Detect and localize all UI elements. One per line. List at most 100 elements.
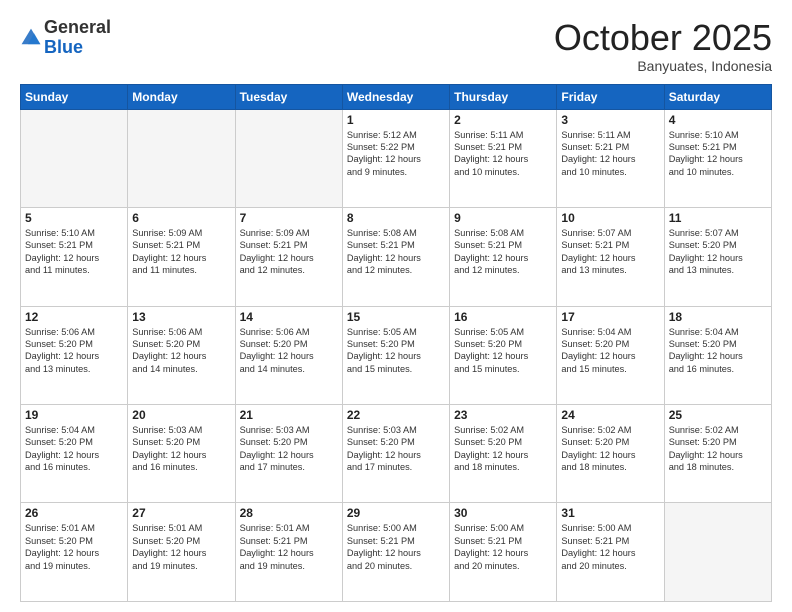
calendar-cell xyxy=(235,109,342,207)
calendar-cell: 16 Sunrise: 5:05 AMSunset: 5:20 PMDayligh… xyxy=(450,306,557,404)
day-number: 1 xyxy=(347,113,445,127)
day-number: 5 xyxy=(25,211,123,225)
week-row-2: 12 Sunrise: 5:06 AMSunset: 5:20 PMDayligh… xyxy=(21,306,772,404)
calendar-cell: 30Sunrise: 5:00 AMSunset: 5:21 PMDayligh… xyxy=(450,503,557,602)
logo-icon xyxy=(20,27,42,49)
day-number: 25 xyxy=(669,408,767,422)
logo-general-text: General xyxy=(44,17,111,37)
day-number: 9 xyxy=(454,211,552,225)
cell-text: Sunrise: 5:04 AMSunset: 5:20 PMDaylight:… xyxy=(25,424,123,474)
cell-text: Sunrise: 5:06 AMSunset: 5:20 PMDaylight:… xyxy=(132,326,230,376)
cell-text: Sunrise: 5:05 AMSunset: 5:20 PMDaylight:… xyxy=(347,326,445,376)
day-number: 10 xyxy=(561,211,659,225)
day-number: 12 xyxy=(25,310,123,324)
calendar-cell: 26 Sunrise: 5:01 AMSunset: 5:20 PMDayligh… xyxy=(21,503,128,602)
calendar-cell: 14 Sunrise: 5:06 AMSunset: 5:20 PMDayligh… xyxy=(235,306,342,404)
cell-text: Sunrise: 5:03 AMSunset: 5:20 PMDaylight:… xyxy=(132,424,230,474)
calendar-cell: 28 Sunrise: 5:01 AMSunset: 5:21 PMDayligh… xyxy=(235,503,342,602)
day-number: 22 xyxy=(347,408,445,422)
calendar-cell: 6 Sunrise: 5:09 AMSunset: 5:21 PMDaylight… xyxy=(128,208,235,306)
day-number: 24 xyxy=(561,408,659,422)
day-number: 6 xyxy=(132,211,230,225)
calendar-cell: 29Sunrise: 5:00 AMSunset: 5:21 PMDayligh… xyxy=(342,503,449,602)
day-number: 27 xyxy=(132,506,230,520)
calendar-cell: 20 Sunrise: 5:03 AMSunset: 5:20 PMDayligh… xyxy=(128,405,235,503)
day-number: 23 xyxy=(454,408,552,422)
day-number: 26 xyxy=(25,506,123,520)
cell-text: Sunrise: 5:10 AMSunset: 5:21 PMDaylight:… xyxy=(25,227,123,277)
cell-text: Sunrise: 5:04 AMSunset: 5:20 PMDaylight:… xyxy=(669,326,767,376)
cell-text: Sunrise: 5:08 AMSunset: 5:21 PMDaylight:… xyxy=(347,227,445,277)
day-number: 16 xyxy=(454,310,552,324)
calendar-cell: 9Sunrise: 5:08 AMSunset: 5:21 PMDaylight… xyxy=(450,208,557,306)
cell-text: Sunrise: 5:05 AMSunset: 5:20 PMDaylight:… xyxy=(454,326,552,376)
cell-text: Sunrise: 5:09 AMSunset: 5:21 PMDaylight:… xyxy=(132,227,230,277)
weekday-header-wednesday: Wednesday xyxy=(342,84,449,109)
calendar-cell: 3 Sunrise: 5:11 AMSunset: 5:21 PMDaylight… xyxy=(557,109,664,207)
calendar-cell: 12 Sunrise: 5:06 AMSunset: 5:20 PMDayligh… xyxy=(21,306,128,404)
logo-blue-text: Blue xyxy=(44,37,83,57)
cell-text: Sunrise: 5:04 AMSunset: 5:20 PMDaylight:… xyxy=(561,326,659,376)
day-number: 28 xyxy=(240,506,338,520)
day-number: 3 xyxy=(561,113,659,127)
page: General Blue October 2025 Banyuates, Ind… xyxy=(0,0,792,612)
calendar-table: SundayMondayTuesdayWednesdayThursdayFrid… xyxy=(20,84,772,602)
calendar-cell: 10 Sunrise: 5:07 AMSunset: 5:21 PMDayligh… xyxy=(557,208,664,306)
calendar-cell: 22Sunrise: 5:03 AMSunset: 5:20 PMDayligh… xyxy=(342,405,449,503)
cell-text: Sunrise: 5:02 AMSunset: 5:20 PMDaylight:… xyxy=(561,424,659,474)
weekday-header-monday: Monday xyxy=(128,84,235,109)
weekday-header-sunday: Sunday xyxy=(21,84,128,109)
cell-text: Sunrise: 5:11 AMSunset: 5:21 PMDaylight:… xyxy=(454,129,552,179)
cell-text: Sunrise: 5:02 AMSunset: 5:20 PMDaylight:… xyxy=(454,424,552,474)
weekday-header-tuesday: Tuesday xyxy=(235,84,342,109)
location: Banyuates, Indonesia xyxy=(554,58,772,74)
calendar-cell: 1Sunrise: 5:12 AMSunset: 5:22 PMDaylight… xyxy=(342,109,449,207)
calendar-cell: 2Sunrise: 5:11 AMSunset: 5:21 PMDaylight… xyxy=(450,109,557,207)
calendar-cell: 17 Sunrise: 5:04 AMSunset: 5:20 PMDayligh… xyxy=(557,306,664,404)
calendar-cell: 25 Sunrise: 5:02 AMSunset: 5:20 PMDayligh… xyxy=(664,405,771,503)
calendar-cell: 21Sunrise: 5:03 AMSunset: 5:20 PMDayligh… xyxy=(235,405,342,503)
calendar-cell xyxy=(664,503,771,602)
day-number: 31 xyxy=(561,506,659,520)
cell-text: Sunrise: 5:00 AMSunset: 5:21 PMDaylight:… xyxy=(561,522,659,572)
day-number: 29 xyxy=(347,506,445,520)
cell-text: Sunrise: 5:03 AMSunset: 5:20 PMDaylight:… xyxy=(240,424,338,474)
calendar-cell: 7 Sunrise: 5:09 AMSunset: 5:21 PMDaylight… xyxy=(235,208,342,306)
calendar-cell: 5 Sunrise: 5:10 AMSunset: 5:21 PMDaylight… xyxy=(21,208,128,306)
weekday-header-thursday: Thursday xyxy=(450,84,557,109)
cell-text: Sunrise: 5:02 AMSunset: 5:20 PMDaylight:… xyxy=(669,424,767,474)
cell-text: Sunrise: 5:06 AMSunset: 5:20 PMDaylight:… xyxy=(240,326,338,376)
week-row-1: 5 Sunrise: 5:10 AMSunset: 5:21 PMDaylight… xyxy=(21,208,772,306)
calendar-cell: 31 Sunrise: 5:00 AMSunset: 5:21 PMDayligh… xyxy=(557,503,664,602)
calendar-cell: 18 Sunrise: 5:04 AMSunset: 5:20 PMDayligh… xyxy=(664,306,771,404)
day-number: 15 xyxy=(347,310,445,324)
calendar-cell xyxy=(21,109,128,207)
cell-text: Sunrise: 5:11 AMSunset: 5:21 PMDaylight:… xyxy=(561,129,659,179)
day-number: 17 xyxy=(561,310,659,324)
cell-text: Sunrise: 5:01 AMSunset: 5:21 PMDaylight:… xyxy=(240,522,338,572)
day-number: 11 xyxy=(669,211,767,225)
day-number: 18 xyxy=(669,310,767,324)
week-row-0: 1Sunrise: 5:12 AMSunset: 5:22 PMDaylight… xyxy=(21,109,772,207)
cell-text: Sunrise: 5:09 AMSunset: 5:21 PMDaylight:… xyxy=(240,227,338,277)
logo: General Blue xyxy=(20,18,111,58)
cell-text: Sunrise: 5:07 AMSunset: 5:20 PMDaylight:… xyxy=(669,227,767,277)
week-row-4: 26 Sunrise: 5:01 AMSunset: 5:20 PMDayligh… xyxy=(21,503,772,602)
weekday-header-row: SundayMondayTuesdayWednesdayThursdayFrid… xyxy=(21,84,772,109)
weekday-header-saturday: Saturday xyxy=(664,84,771,109)
calendar-cell: 8 Sunrise: 5:08 AMSunset: 5:21 PMDaylight… xyxy=(342,208,449,306)
cell-text: Sunrise: 5:07 AMSunset: 5:21 PMDaylight:… xyxy=(561,227,659,277)
day-number: 7 xyxy=(240,211,338,225)
calendar-cell xyxy=(128,109,235,207)
cell-text: Sunrise: 5:06 AMSunset: 5:20 PMDaylight:… xyxy=(25,326,123,376)
cell-text: Sunrise: 5:10 AMSunset: 5:21 PMDaylight:… xyxy=(669,129,767,179)
day-number: 30 xyxy=(454,506,552,520)
cell-text: Sunrise: 5:01 AMSunset: 5:20 PMDaylight:… xyxy=(25,522,123,572)
day-number: 14 xyxy=(240,310,338,324)
day-number: 8 xyxy=(347,211,445,225)
day-number: 19 xyxy=(25,408,123,422)
calendar-cell: 23 Sunrise: 5:02 AMSunset: 5:20 PMDayligh… xyxy=(450,405,557,503)
calendar-cell: 13Sunrise: 5:06 AMSunset: 5:20 PMDayligh… xyxy=(128,306,235,404)
day-number: 20 xyxy=(132,408,230,422)
header: General Blue October 2025 Banyuates, Ind… xyxy=(20,18,772,74)
